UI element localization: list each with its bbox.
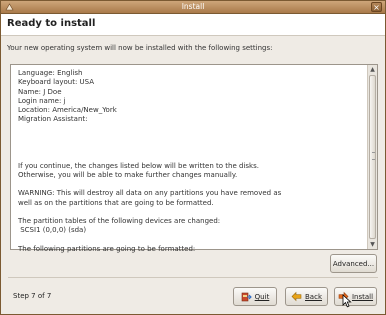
warning-line: WARNING: This will destroy all data on a…: [18, 189, 282, 198]
back-button-label: Back: [305, 292, 322, 301]
scroll-down-icon[interactable]: ▼: [368, 240, 377, 249]
install-button-label: Install: [351, 292, 374, 301]
mouse-pointer-icon: [342, 294, 352, 308]
intro-text: Your new operating system will now be in…: [7, 44, 273, 52]
quit-button-label: Quit: [254, 292, 270, 301]
notice-line: Otherwise, you will be able to make furt…: [18, 171, 238, 180]
partition-line: SCSI1 (0,0,0) (sda): [18, 226, 87, 235]
setting-login: Login name: j: [18, 96, 66, 105]
step-indicator: Step 7 of 7: [13, 292, 52, 300]
setting-migration: Migration Assistant:: [18, 115, 88, 124]
partition-line: The partition tables of the following de…: [18, 216, 221, 225]
scrollbar-thumb[interactable]: [369, 75, 376, 239]
settings-summary-box[interactable]: Language: English Keyboard layout: USA N…: [10, 64, 378, 253]
setting-name: Name: J Doe: [18, 87, 62, 96]
quit-button[interactable]: Quit: [233, 287, 277, 306]
back-button[interactable]: Back: [285, 287, 328, 306]
page-title: Ready to install: [7, 18, 96, 29]
vertical-scrollbar[interactable]: ▲ ▼: [367, 65, 377, 249]
advanced-button[interactable]: Advanced...: [330, 254, 377, 273]
close-icon[interactable]: ×: [371, 2, 382, 12]
install-window: Install × Ready to install Your new oper…: [0, 0, 386, 315]
back-arrow-icon: [291, 291, 302, 302]
grip-icon: [372, 152, 375, 160]
format-line: The following partitions are going to be…: [18, 244, 196, 253]
install-button[interactable]: Install: [334, 287, 377, 306]
window-title: Install: [181, 2, 205, 11]
settings-summary-text: Language: English Keyboard layout: USA N…: [18, 69, 363, 254]
quit-icon: [241, 292, 252, 302]
notice-line: If you continue, the changes listed belo…: [18, 161, 259, 170]
setting-keyboard: Keyboard layout: USA: [18, 78, 95, 87]
title-bar[interactable]: Install ×: [1, 1, 385, 14]
scroll-up-icon[interactable]: ▲: [368, 65, 377, 74]
footer-divider: [8, 277, 378, 278]
setting-language: Language: English: [18, 69, 83, 77]
advanced-button-label: Advanced...: [332, 259, 375, 268]
setting-location: Location: America/New_York: [18, 106, 117, 115]
warning-line: well as on the partitions that are going…: [18, 198, 214, 207]
page-header: Ready to install: [1, 14, 385, 36]
